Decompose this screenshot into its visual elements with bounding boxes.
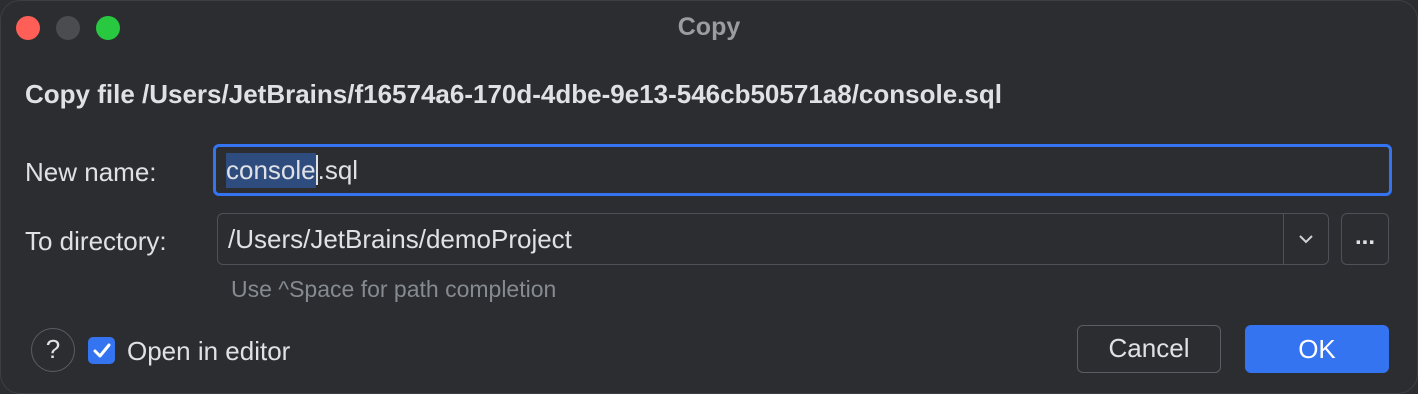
open-in-editor-checkbox[interactable] [88, 337, 115, 364]
path-completion-hint: Use ^Space for path completion [231, 276, 557, 302]
directory-dropdown-button[interactable] [1283, 214, 1328, 264]
cancel-button[interactable]: Cancel [1077, 325, 1221, 373]
copy-dialog: Copy Copy file /Users/JetBrains/f16574a6… [0, 0, 1418, 394]
open-in-editor-label[interactable]: Open in editor [127, 336, 290, 367]
checkmark-icon [93, 343, 110, 357]
dialog-heading: Copy file /Users/JetBrains/f16574a6-170d… [25, 79, 1002, 109]
new-name-input[interactable]: console .sql [213, 144, 1392, 196]
ok-button[interactable]: OK [1245, 325, 1389, 373]
help-button[interactable]: ? [31, 328, 75, 372]
browse-button[interactable]: ... [1341, 213, 1389, 265]
new-name-label: New name: [25, 157, 157, 187]
to-directory-value[interactable]: /Users/JetBrains/demoProject [218, 224, 1283, 255]
chevron-down-icon [1299, 235, 1313, 244]
unselected-text: .sql [317, 154, 359, 185]
window-title: Copy [677, 13, 741, 41]
to-directory-combobox[interactable]: /Users/JetBrains/demoProject [217, 213, 1329, 265]
to-directory-label: To directory: [25, 226, 167, 256]
selected-text: console [226, 152, 316, 188]
